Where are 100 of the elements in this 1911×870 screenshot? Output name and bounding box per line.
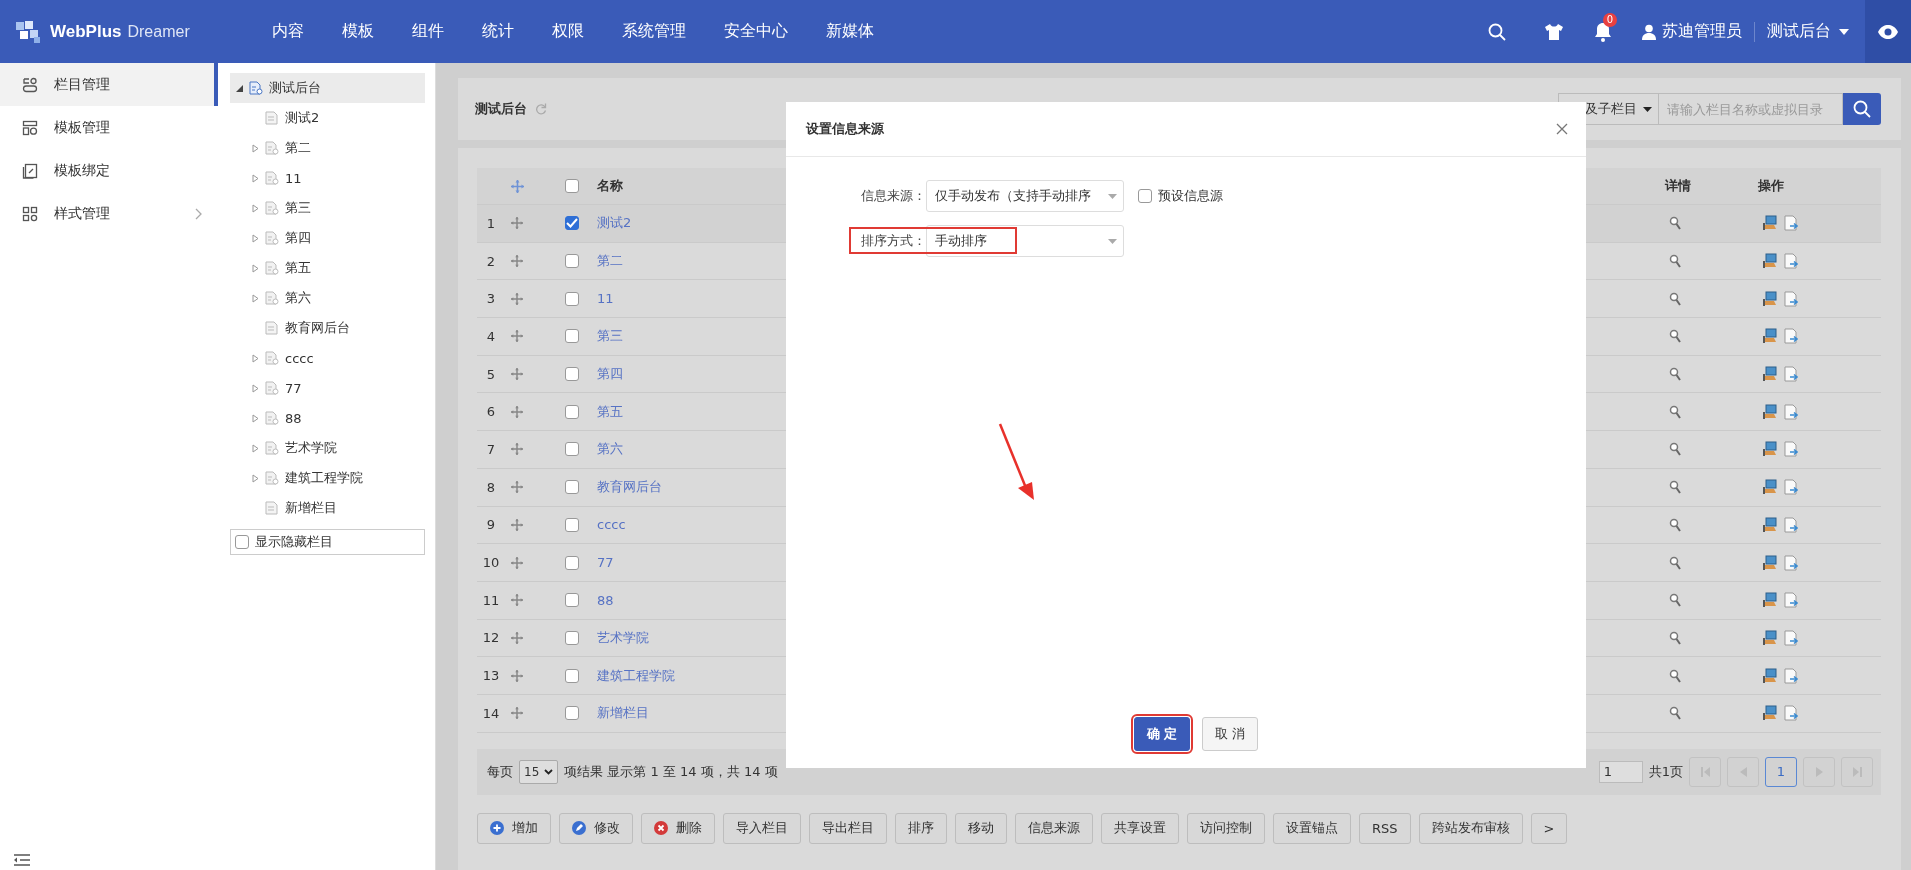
tree-node[interactable]: 第五: [230, 253, 425, 283]
row-checkbox[interactable]: [565, 555, 579, 570]
toolbar-button[interactable]: 删除: [641, 812, 715, 844]
toolbar-button[interactable]: RSS: [1359, 812, 1411, 844]
magnifier-icon[interactable]: [1669, 404, 1681, 419]
document-export-icon[interactable]: [1784, 215, 1798, 232]
row-checkbox[interactable]: [565, 480, 579, 495]
collapsed-triangle-icon[interactable]: [252, 203, 259, 213]
preset-source-checkbox[interactable]: 预设信息源: [1138, 187, 1223, 205]
select-all-checkbox[interactable]: [565, 179, 579, 193]
move-handle-icon[interactable]: [511, 594, 523, 607]
move-handle-icon[interactable]: [511, 556, 523, 569]
document-export-icon[interactable]: [1784, 592, 1798, 609]
shirt-icon[interactable]: [1544, 22, 1564, 41]
collapsed-triangle-icon[interactable]: [252, 443, 259, 453]
publish-icon[interactable]: [1762, 215, 1778, 232]
toolbar-button[interactable]: 导出栏目: [809, 812, 887, 844]
toolbar-button[interactable]: >: [1530, 812, 1568, 844]
move-handle-icon[interactable]: [511, 255, 523, 268]
dropdown-field[interactable]: 仅手动发布（支持手动排序: [926, 180, 1124, 212]
search-field[interactable]: 请输入栏目名称或虚拟目录: [1658, 93, 1843, 125]
collapsed-triangle-icon[interactable]: [252, 263, 259, 273]
magnifier-icon[interactable]: [1669, 555, 1681, 570]
publish-icon[interactable]: [1762, 328, 1778, 345]
toolbar-button[interactable]: 排序: [895, 812, 947, 844]
tree-node[interactable]: 第六: [230, 283, 425, 313]
tree-node[interactable]: 77: [230, 373, 425, 403]
magnifier-icon[interactable]: [1669, 706, 1681, 721]
tree-node[interactable]: 第三: [230, 193, 425, 223]
document-export-icon[interactable]: [1784, 253, 1798, 270]
move-handle-icon[interactable]: [511, 631, 523, 644]
dropdown-field[interactable]: 手动排序: [926, 225, 1124, 257]
magnifier-icon[interactable]: [1669, 291, 1681, 306]
publish-icon[interactable]: [1762, 554, 1778, 571]
magnifier-icon[interactable]: [1669, 630, 1681, 645]
toolbar-button[interactable]: 增加: [477, 812, 551, 844]
move-handle-icon[interactable]: [511, 292, 523, 305]
search-icon[interactable]: [1488, 22, 1506, 41]
tree-node[interactable]: 艺术学院: [230, 433, 425, 463]
preview-button[interactable]: [1865, 0, 1911, 63]
row-checkbox[interactable]: [565, 367, 579, 382]
magnifier-icon[interactable]: [1669, 668, 1681, 683]
magnifier-icon[interactable]: [1669, 593, 1681, 608]
document-export-icon[interactable]: [1784, 328, 1798, 345]
per-page-select[interactable]: 15: [519, 759, 559, 784]
move-handle-icon[interactable]: [511, 481, 523, 494]
magnifier-icon[interactable]: [1669, 367, 1681, 382]
row-checkbox[interactable]: [565, 216, 579, 231]
site-switcher[interactable]: 测试后台: [1767, 21, 1831, 42]
tree-node[interactable]: 第四: [230, 223, 425, 253]
sidebar-item[interactable]: 模板管理: [0, 106, 214, 149]
tree-node[interactable]: 新增栏目: [230, 493, 425, 523]
search-button[interactable]: [1843, 93, 1881, 125]
row-checkbox[interactable]: [565, 404, 579, 419]
move-handle-icon[interactable]: [511, 669, 523, 682]
document-export-icon[interactable]: [1784, 554, 1798, 571]
top-menu-item[interactable]: 模板: [342, 21, 374, 42]
document-export-icon[interactable]: [1784, 629, 1798, 646]
publish-icon[interactable]: [1762, 667, 1778, 684]
tree-node[interactable]: 第二: [230, 133, 425, 163]
toolbar-button[interactable]: 跨站发布审核: [1418, 812, 1523, 844]
tree-node[interactable]: 测试后台: [230, 73, 425, 103]
publish-icon[interactable]: [1762, 516, 1778, 533]
magnifier-icon[interactable]: [1669, 517, 1681, 532]
publish-icon[interactable]: [1762, 403, 1778, 420]
collapsed-triangle-icon[interactable]: [252, 233, 259, 243]
confirm-button[interactable]: 确 定: [1134, 717, 1190, 751]
sidebar-item[interactable]: 模板绑定: [0, 149, 214, 192]
top-menu-item[interactable]: 统计: [482, 21, 514, 42]
move-handle-icon[interactable]: [511, 405, 523, 418]
row-checkbox[interactable]: [565, 254, 579, 269]
collapsed-triangle-icon[interactable]: [252, 143, 259, 153]
collapsed-triangle-icon[interactable]: [252, 413, 259, 423]
toolbar-button[interactable]: 移动: [955, 812, 1007, 844]
row-checkbox[interactable]: [565, 593, 579, 608]
collapsed-triangle-icon[interactable]: [252, 383, 259, 393]
collapsed-triangle-icon[interactable]: [252, 293, 259, 303]
top-menu-item[interactable]: 内容: [272, 21, 304, 42]
document-export-icon[interactable]: [1784, 403, 1798, 420]
cancel-button[interactable]: 取 消: [1202, 717, 1258, 751]
tree-node[interactable]: 建筑工程学院: [230, 463, 425, 493]
row-checkbox[interactable]: [565, 329, 579, 344]
row-checkbox[interactable]: [565, 291, 579, 306]
document-export-icon[interactable]: [1784, 479, 1798, 496]
move-handle-icon[interactable]: [511, 707, 523, 720]
tree-node[interactable]: 11: [230, 163, 425, 193]
toolbar-button[interactable]: 信息来源: [1015, 812, 1093, 844]
document-export-icon[interactable]: [1784, 705, 1798, 722]
toolbar-button[interactable]: 修改: [559, 812, 633, 844]
tree-node[interactable]: 教育网后台: [230, 313, 425, 343]
tree-node[interactable]: 88: [230, 403, 425, 433]
move-handle-icon[interactable]: [511, 443, 523, 456]
publish-icon[interactable]: [1762, 366, 1778, 383]
top-menu-item[interactable]: 权限: [552, 21, 584, 42]
user-name[interactable]: 苏迪管理员: [1662, 21, 1742, 42]
document-export-icon[interactable]: [1784, 290, 1798, 307]
toolbar-button[interactable]: 导入栏目: [723, 812, 801, 844]
collapsed-triangle-icon[interactable]: [252, 473, 259, 483]
top-menu-item[interactable]: 安全中心: [724, 21, 788, 42]
sidebar-item[interactable]: 样式管理: [0, 192, 214, 235]
